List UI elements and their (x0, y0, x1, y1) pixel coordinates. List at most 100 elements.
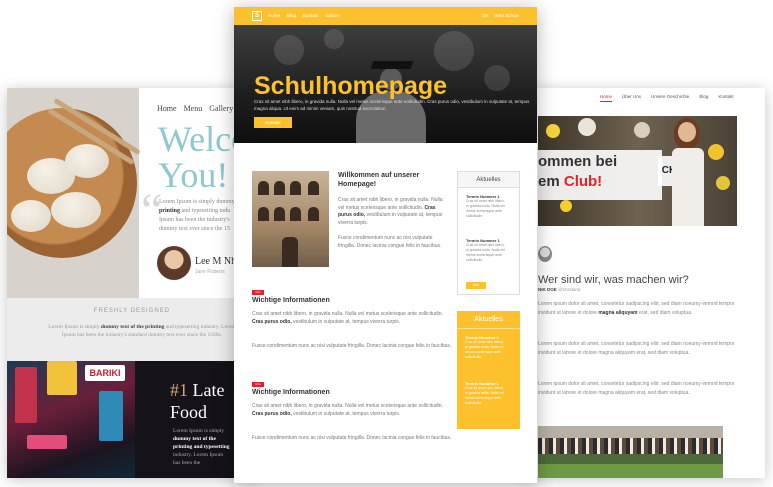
event-text: sollicitudin. (465, 401, 483, 405)
school-nav-contact[interactable]: Kontakt (303, 13, 318, 18)
flower (546, 124, 560, 138)
language-switch[interactable]: DE (482, 13, 488, 18)
crowd (538, 438, 723, 454)
window (290, 207, 301, 221)
para-bold: Cras purus odio, (252, 318, 292, 325)
club-paragraph: Lorem ipsum dolor sit amet, consetetur s… (538, 341, 735, 356)
hero-text-line: magna aliqua. Ut enim ad minim veniam, q… (254, 105, 387, 111)
club-nav-about[interactable]: Über Uns (622, 94, 641, 99)
restaurant-template-preview[interactable]: HomeMenuGalleryRe Welco You! “ Lorem Ips… (7, 88, 257, 478)
nav-menu[interactable]: Menu (184, 104, 203, 113)
club-hero-heading: ommen bei em Club! (538, 152, 617, 192)
pitch (538, 464, 723, 478)
event-text: sollicitudin. (465, 355, 483, 359)
dumpling (51, 192, 101, 228)
author-role: Jane Roberts (195, 269, 225, 275)
nav-home[interactable]: Home (157, 104, 177, 113)
face (678, 122, 696, 142)
nav-gallery[interactable]: Gallery (209, 104, 233, 113)
sidebar-title: Aktuelles (458, 172, 519, 188)
flower (578, 118, 596, 136)
freshly-text-bold: dummy text of the printing (100, 324, 165, 330)
school-nav-blog[interactable]: Blog (287, 13, 296, 18)
event-text: sollicitudin. (466, 258, 484, 262)
section-paragraph-2: Fusce condimentum nunc ac nisi vulputate… (252, 435, 452, 441)
bokeh-light (484, 65, 510, 91)
club-paragraph: Lorem ipsum dolor sit amet, consetetur s… (538, 381, 735, 396)
event-item[interactable]: Termin Nummer 1 Cras sit amet nibh liber… (466, 194, 516, 219)
school-template-preview[interactable]: S Home Blog Kontakt Galerie DE Wert Schule S… (234, 7, 537, 483)
more-button[interactable]: Mehr (466, 282, 486, 289)
section-paragraph: Cras sit amet nibh libero, in gravida nu… (252, 311, 452, 326)
club-nav-contact[interactable]: Kontakt (718, 94, 733, 99)
flower (634, 122, 650, 138)
school-topbar: S Home Blog Kontakt Galerie DE Wert Schule (234, 7, 537, 25)
hero-line-2a: em (538, 173, 564, 190)
late-food-heading: #1 Late Food (170, 379, 224, 423)
welcome-paragraph: Cras sit amet nibh libero, in gravida nu… (338, 197, 448, 227)
hero-line-2: em Club! (538, 172, 617, 192)
late-food-section: BARIKI #1 Late Food Lorem Ipsum is simpl… (7, 361, 257, 478)
hero-text-line: Cras sit amet nibh libero, in gravida nu… (254, 99, 530, 104)
para-part: vestibulum in vulputate at, tempus viver… (291, 318, 401, 325)
author-avatar (157, 246, 191, 280)
club-nav: Home Über Uns Unsere Geschichte Blog Kontakt (600, 94, 744, 102)
welcome-paragraph-2: Fusce condimentum nunc ac nisi vulputate… (338, 235, 442, 249)
club-para-part: erat, sed diam voluptua. (637, 309, 693, 316)
school-contact-button[interactable]: Kontakt (254, 117, 292, 128)
hero-line-1: ommen bei (538, 153, 618, 170)
welcome-heading: Willkommen auf unserer Homepage! (338, 172, 420, 188)
dumpling (65, 144, 109, 178)
news-sidebar: Aktuelles Termin Nummer 1 Cras sit amet … (457, 171, 520, 295)
school-building-photo (252, 171, 329, 267)
section-paragraph-2: Fusce condimentum nunc ac nisi vulputate… (252, 343, 452, 349)
section-title: Wichtige Informationen (252, 297, 330, 304)
event-item[interactable]: Termin Nummer 1 Cras sit amet nibh liber… (466, 238, 516, 263)
club-nav-blog[interactable]: Blog (699, 94, 708, 99)
section-title: Wichtige Informationen (252, 389, 330, 396)
window (258, 181, 269, 195)
event-text: sollicitudin. (466, 214, 484, 218)
late-bold: dummy text of the (173, 436, 216, 442)
club-nav-home[interactable]: Home (600, 94, 613, 102)
school-nav-home[interactable]: Home (268, 13, 280, 18)
para-part: vestibulum in vulputate at, tempus viver… (291, 410, 401, 417)
school-link[interactable]: Wert Schule (495, 13, 519, 18)
bokeh-light (434, 31, 474, 71)
flower (716, 176, 730, 190)
food-word: Food (170, 402, 208, 422)
event-item[interactable]: Termin Nummer 1 Cras sit amet nibh liber… (465, 381, 515, 406)
window (308, 207, 319, 221)
author-avatar (538, 246, 552, 262)
info-badge: Info (252, 382, 264, 387)
flower (560, 200, 572, 212)
late-word: Late (192, 380, 225, 400)
club-template-preview[interactable]: Home Über Uns Unsere Geschichte Blog Kontakt… (520, 88, 765, 478)
late-line: #1 Late (170, 379, 224, 401)
neon-street-photo: BARIKI (7, 361, 135, 478)
para-bold: Cras purus odio, (252, 410, 292, 417)
shirt (672, 148, 704, 226)
neon-sign (99, 391, 123, 441)
school-hero-text: Cras sit amet nibh libero, in gravida nu… (254, 99, 530, 112)
dumpling-photo (7, 88, 141, 298)
bokeh-light (274, 35, 304, 65)
late-hash: #1 (170, 380, 188, 400)
bariki-sign: BARIKI (85, 365, 125, 381)
school-nav-gallery[interactable]: Galerie (325, 13, 340, 18)
bokeh-light (324, 29, 344, 49)
school-nav: Home Blog Kontakt Galerie (268, 13, 347, 18)
para-part: Cras sit amet nibh libero, in gravida nu… (252, 311, 443, 317)
freshly-label: FRESHLY DESIGNED (93, 308, 171, 314)
football-match-photo (538, 426, 723, 478)
restaurant-hero: HomeMenuGalleryRe Welco You! “ Lorem Ips… (7, 88, 257, 298)
club-author-role: @Vorstand (558, 287, 581, 292)
club-para-bold: magna aliquyam (598, 309, 638, 316)
neon-sign (47, 361, 77, 395)
school-hero-title: Schulhomepage (254, 72, 448, 100)
flower (708, 144, 724, 160)
club-nav-history[interactable]: Unsere Geschichte (651, 94, 689, 99)
event-item[interactable]: Termin Nummer 1 Cras sit amet nibh liber… (465, 335, 515, 360)
club-author-name: NIK DOE (538, 287, 557, 292)
school-logo-icon[interactable]: S (252, 11, 262, 21)
